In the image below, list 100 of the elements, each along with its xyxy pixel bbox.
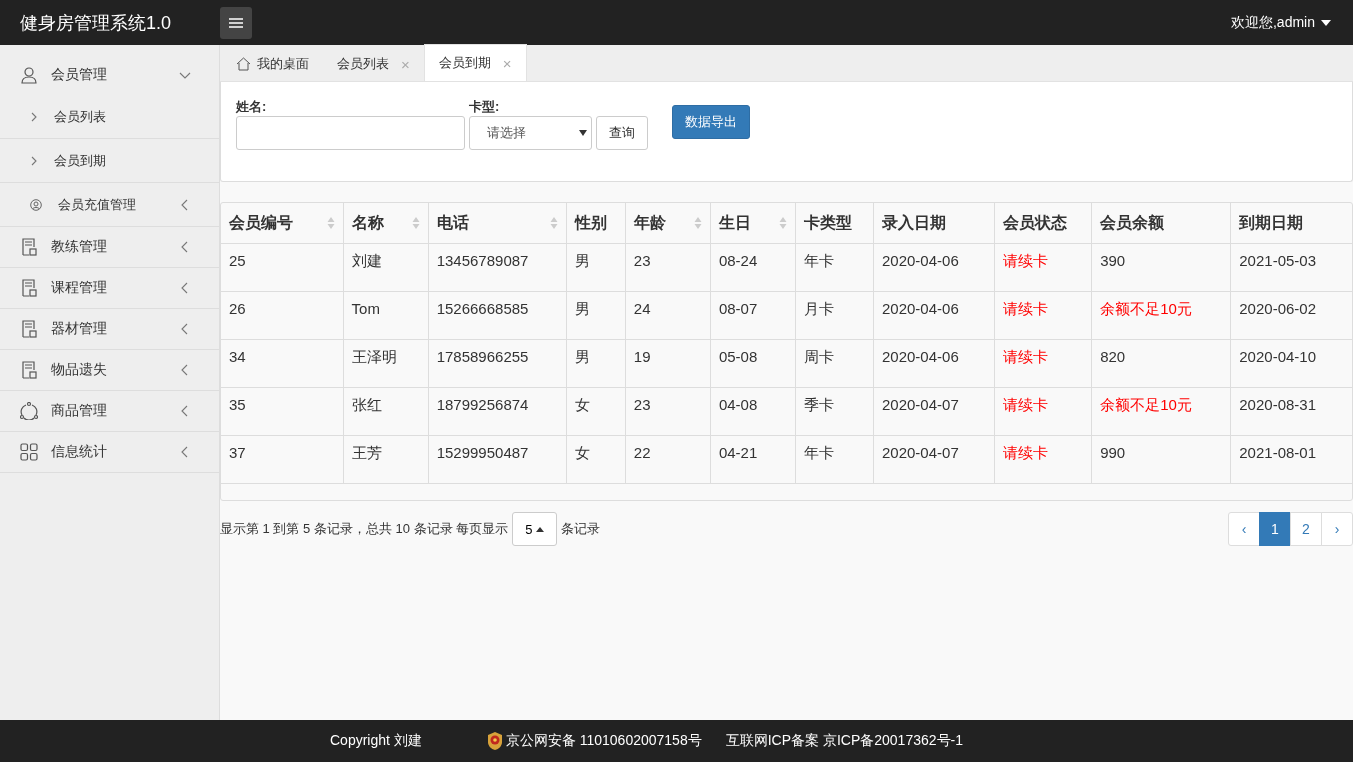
table-cell: 张红 [343, 387, 429, 436]
table-cell: 王泽明 [343, 339, 429, 388]
column-header[interactable]: 会员编号 [221, 203, 344, 244]
column-header[interactable]: 到期日期 [1230, 203, 1352, 244]
document-icon [20, 361, 38, 379]
page-summary: 显示第 1 到第 5 条记录，总共 10 条记录 每页显示 [220, 520, 509, 538]
sidebar-subitem[interactable]: 会员充值管理 [0, 183, 219, 227]
table-cell: 24 [625, 291, 711, 340]
icp-record-link[interactable]: 互联网ICP备案 京ICP备20017362号-1 [725, 732, 963, 750]
sidebar-item[interactable]: 会员管理 [0, 55, 219, 95]
table-cell: 990 [1091, 435, 1231, 484]
table-cell: 15299950487 [428, 435, 567, 484]
chevron-right-icon [30, 111, 38, 122]
table-cell: 2021-05-03 [1230, 243, 1352, 292]
menu-button[interactable] [220, 6, 252, 39]
query-button[interactable]: 查询 [596, 116, 648, 150]
sidebar-item[interactable]: 信息统计 [0, 432, 219, 473]
app-title: 健身房管理系统1.0 [20, 11, 173, 35]
table-cell: 17858966255 [428, 339, 567, 388]
column-header[interactable]: 名称 [343, 203, 429, 244]
field-label: 姓名: [236, 98, 268, 116]
caret-icon [536, 526, 545, 532]
table-cell: 男 [566, 243, 626, 292]
table-cell: 2020-04-06 [873, 243, 995, 292]
sidebar-subitem[interactable]: 会员列表 [0, 95, 219, 139]
table-cell: 18799256874 [428, 387, 567, 436]
table-cell: 26 [221, 291, 344, 340]
table-cell: 04-21 [710, 435, 796, 484]
sidebar-item[interactable]: 器材管理 [0, 309, 219, 350]
column-header[interactable]: 电话 [428, 203, 567, 244]
column-header[interactable]: 卡类型 [795, 203, 874, 244]
police-badge-icon [485, 731, 504, 751]
table-cell: 04-08 [710, 387, 796, 436]
table-cell: 37 [221, 435, 344, 484]
page-size-suffix: 条记录 [561, 520, 601, 538]
chevron-right-icon [30, 155, 38, 166]
export-button[interactable]: 数据导出 [672, 105, 750, 139]
tab[interactable]: 会员列表 × [323, 47, 424, 81]
sidebar-subitem[interactable]: 会员到期 [0, 139, 219, 183]
column-header[interactable]: 生日 [710, 203, 796, 244]
user-circle-icon [30, 198, 42, 211]
card-type-select[interactable]: 请选择 [469, 116, 592, 150]
table-cell: 2020-04-10 [1230, 339, 1352, 388]
grid-icon [20, 443, 38, 461]
table-cell: 2021-08-01 [1230, 435, 1352, 484]
page-button[interactable]: 2 [1290, 512, 1322, 546]
table-cell: 请续卡 [994, 435, 1092, 484]
table-cell: 2020-04-07 [873, 435, 995, 484]
user-icon [20, 66, 38, 84]
sidebar-item[interactable]: 课程管理 [0, 268, 219, 309]
field-label: 卡型: [469, 98, 501, 116]
page-size-select[interactable]: 5 [512, 512, 558, 546]
user-menu[interactable]: 欢迎您,admin [1230, 13, 1315, 32]
table-cell: 2020-06-02 [1230, 291, 1352, 340]
document-icon [20, 320, 38, 338]
home-icon [236, 57, 251, 71]
name-input[interactable] [236, 116, 465, 150]
tab[interactable]: 会员到期 × [423, 44, 527, 81]
police-record-link[interactable]: 京公网安备 11010602007158号 [505, 732, 702, 750]
page-button[interactable]: 1 [1259, 512, 1291, 546]
sidebar-item[interactable]: 教练管理 [0, 227, 219, 268]
table-cell: 2020-04-06 [873, 291, 995, 340]
page-button[interactable]: › [1321, 512, 1353, 546]
table-cell: 2020-04-07 [873, 387, 995, 436]
tab[interactable]: 我的桌面 [222, 47, 323, 81]
table-cell: 08-07 [710, 291, 796, 340]
table-cell: 女 [566, 387, 626, 436]
cycle-icon [20, 402, 38, 420]
sidebar-item[interactable]: 物品遗失 [0, 350, 219, 391]
table-cell: 25 [221, 243, 344, 292]
dropdown-icon [579, 130, 587, 136]
sidebar-item[interactable]: 商品管理 [0, 391, 219, 432]
table-cell: 08-24 [710, 243, 796, 292]
table-cell: 请续卡 [994, 387, 1092, 436]
column-header[interactable]: 年龄 [625, 203, 711, 244]
table-cell: 年卡 [795, 435, 874, 484]
table-cell: 05-08 [710, 339, 796, 388]
column-header[interactable]: 性别 [566, 203, 626, 244]
table-cell: 余额不足10元 [1091, 291, 1231, 340]
column-header[interactable]: 会员状态 [994, 203, 1092, 244]
table-cell: 年卡 [795, 243, 874, 292]
table-cell: 男 [566, 291, 626, 340]
page-button[interactable]: ‹ [1228, 512, 1260, 546]
table-cell: 月卡 [795, 291, 874, 340]
table-cell: 刘建 [343, 243, 429, 292]
column-header[interactable]: 会员余额 [1091, 203, 1231, 244]
table-cell: 19 [625, 339, 711, 388]
table-cell: 女 [566, 435, 626, 484]
table-cell: 请续卡 [994, 243, 1092, 292]
menu-icon [229, 17, 243, 28]
table-cell: 34 [221, 339, 344, 388]
table-cell: 820 [1091, 339, 1231, 388]
column-header[interactable]: 录入日期 [873, 203, 995, 244]
table-cell: 请续卡 [994, 339, 1092, 388]
table-cell: 2020-04-06 [873, 339, 995, 388]
table-cell: 季卡 [795, 387, 874, 436]
caret-icon [1321, 19, 1331, 26]
document-icon [20, 279, 38, 297]
table-cell: 13456789087 [428, 243, 567, 292]
table-cell: 2020-08-31 [1230, 387, 1352, 436]
